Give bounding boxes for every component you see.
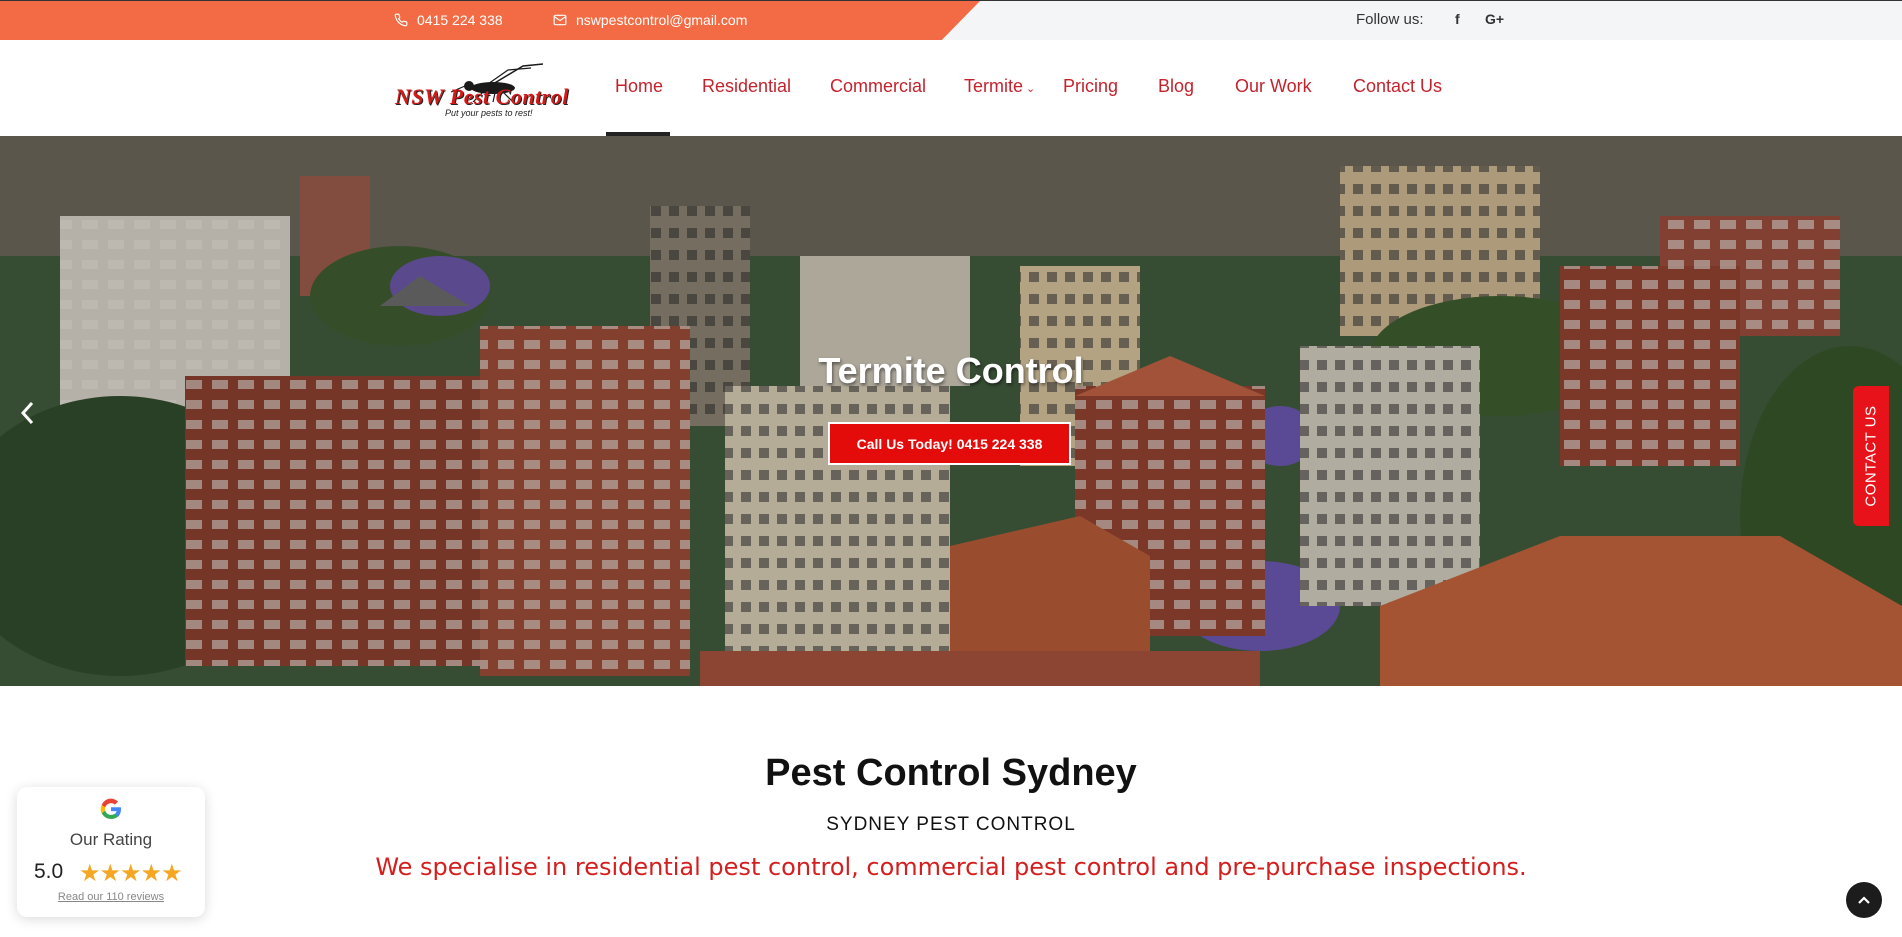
follow-label: Follow us: (1356, 11, 1424, 28)
page-title: Pest Control Sydney (765, 752, 1137, 794)
logo-wordmark: NSW Pest Control (395, 84, 569, 109)
top-phone[interactable]: 0415 224 338 (394, 12, 503, 28)
contact-tab-label: CONTACT US (1862, 405, 1880, 507)
scroll-to-top-button[interactable] (1846, 882, 1882, 918)
chevron-up-icon (1858, 896, 1870, 904)
phone-icon (394, 13, 408, 27)
star-icon: ★ (140, 860, 162, 887)
page-subtitle: SYDNEY PEST CONTROL (826, 814, 1076, 835)
rating-title: Our Rating (69, 830, 153, 849)
rating-score: 5.0 (34, 860, 64, 883)
nav-commercial[interactable]: Commercial (830, 76, 926, 97)
google-rating-widget[interactable]: Our Rating 5.0 ★★★★★ Read our 110 review… (17, 787, 205, 917)
top-bar: 0415 224 338 nswpestcontrol@gmail.com Fo… (0, 0, 1902, 41)
star-icon: ★ (120, 860, 141, 887)
google-plus-icon[interactable]: G+ (1485, 11, 1504, 27)
hero-overlay (0, 136, 1902, 686)
page-tagline: We specialise in residential pest contro… (375, 853, 1527, 881)
logo-tagline: Put your pests to rest! (445, 108, 533, 118)
star-icon: ★ (99, 860, 121, 887)
nav-blog[interactable]: Blog (1158, 76, 1194, 97)
chevron-down-icon: ⌄ (1026, 83, 1036, 95)
envelope-icon (553, 14, 567, 26)
star-icon: ★ (79, 860, 100, 887)
nav-pricing[interactable]: Pricing (1063, 76, 1118, 97)
nav-termite-label: Termite (964, 76, 1024, 96)
hero-call-button[interactable]: Call Us Today! 0415 224 338 (828, 422, 1071, 465)
top-email-text: nswpestcontrol@gmail.com (576, 12, 748, 28)
site-logo[interactable]: NSW Pest Control Put your pests to rest! (393, 62, 585, 120)
hero-title: Termite Control (818, 350, 1084, 391)
read-reviews-link[interactable]: Read our 110 reviews (17, 891, 205, 903)
facebook-icon[interactable]: f (1455, 11, 1460, 27)
site-header: NSW Pest Control Put your pests to rest!… (0, 40, 1902, 136)
top-phone-text: 0415 224 338 (417, 12, 503, 28)
nav-residential[interactable]: Residential (702, 76, 791, 97)
hero-slider: Termite Control Call Us Today! 0415 224 … (0, 136, 1902, 686)
nav-home[interactable]: Home (615, 76, 663, 97)
nav-contact-us[interactable]: Contact Us (1353, 76, 1442, 97)
google-icon (100, 798, 121, 820)
rating-stars: ★★★★★ (79, 859, 183, 888)
nav-termite[interactable]: Termite ⌄ (964, 76, 1035, 97)
top-email[interactable]: nswpestcontrol@gmail.com (553, 12, 747, 28)
contact-us-side-tab[interactable]: CONTACT US (1853, 386, 1889, 526)
chevron-left-icon[interactable] (18, 398, 38, 428)
nav-our-work[interactable]: Our Work (1235, 76, 1312, 97)
star-icon: ★ (161, 860, 182, 887)
